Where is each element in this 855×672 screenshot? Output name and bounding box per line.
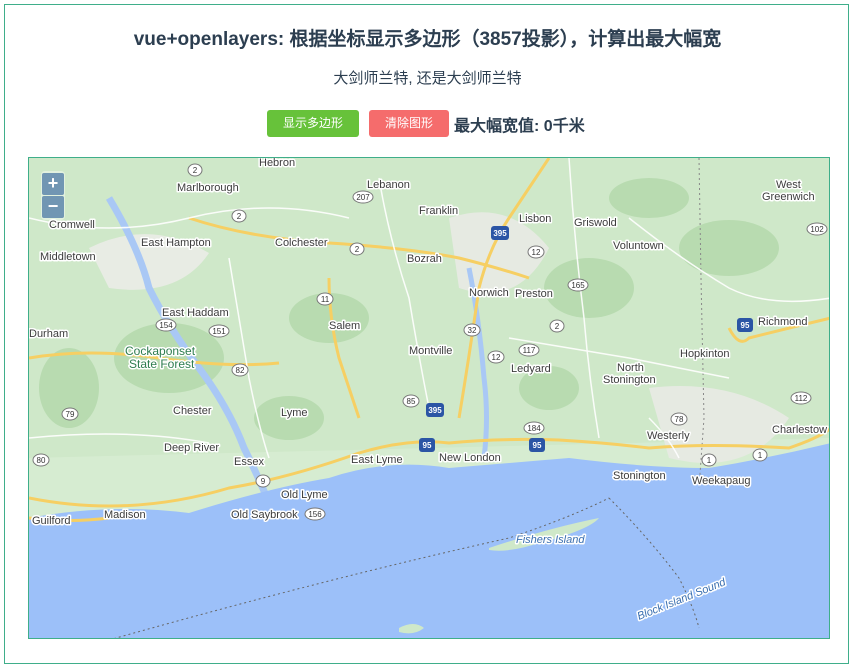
clear-shapes-button[interactable]: 清除图形 — [369, 110, 449, 137]
svg-text:80: 80 — [37, 456, 46, 465]
svg-text:32: 32 — [468, 326, 477, 335]
zoom-in-button[interactable]: + — [42, 173, 64, 195]
svg-text:Preston: Preston — [515, 288, 553, 300]
map-forest-label: Cockaponset — [125, 344, 196, 358]
svg-text:Stonington: Stonington — [603, 374, 656, 386]
svg-text:Deep River: Deep River — [164, 442, 219, 454]
svg-text:102: 102 — [810, 225, 824, 234]
svg-text:Charlestow: Charlestow — [772, 424, 827, 436]
map-water-label-fishers: Fishers Island — [516, 534, 585, 546]
svg-text:Chester: Chester — [173, 405, 212, 417]
svg-text:Hopkinton: Hopkinton — [680, 348, 730, 360]
max-width-label: 最大幅宽值: — [454, 117, 540, 135]
svg-text:Marlborough: Marlborough — [177, 182, 239, 194]
svg-text:North: North — [617, 362, 644, 374]
svg-text:12: 12 — [492, 353, 501, 362]
svg-text:154: 154 — [159, 321, 173, 330]
svg-text:Lebanon: Lebanon — [367, 179, 410, 191]
svg-text:2: 2 — [193, 166, 198, 175]
svg-text:Essex: Essex — [234, 456, 264, 468]
svg-text:1: 1 — [758, 451, 763, 460]
svg-text:95: 95 — [741, 321, 750, 330]
svg-text:Middletown: Middletown — [40, 251, 96, 263]
svg-text:79: 79 — [66, 410, 75, 419]
svg-text:Guilford: Guilford — [32, 515, 71, 527]
svg-text:Hebron: Hebron — [259, 158, 295, 169]
svg-text:78: 78 — [675, 415, 684, 424]
svg-text:156: 156 — [308, 510, 322, 519]
map-tiles: Hebron Marlborough Lebanon Franklin Lisb… — [29, 158, 829, 638]
svg-text:82: 82 — [236, 366, 245, 375]
svg-text:207: 207 — [356, 193, 370, 202]
svg-text:2: 2 — [237, 212, 242, 221]
svg-text:Colchester: Colchester — [275, 237, 328, 249]
svg-text:11: 11 — [321, 295, 330, 304]
max-width-result: 最大幅宽值: 0千米 — [454, 112, 585, 136]
svg-text:184: 184 — [527, 424, 541, 433]
show-polygon-button[interactable]: 显示多边形 — [267, 110, 359, 137]
svg-text:East Hampton: East Hampton — [141, 237, 211, 249]
svg-text:Westerly: Westerly — [647, 430, 690, 442]
svg-text:East Lyme: East Lyme — [351, 454, 403, 466]
svg-text:Durham: Durham — [29, 328, 68, 340]
svg-text:Voluntown: Voluntown — [613, 240, 664, 252]
zoom-out-button[interactable]: − — [42, 196, 64, 218]
svg-text:Norwich: Norwich — [469, 287, 509, 299]
svg-text:Old Saybrook: Old Saybrook — [231, 509, 298, 521]
svg-text:Stonington: Stonington — [613, 470, 666, 482]
svg-text:Greenwich: Greenwich — [762, 191, 815, 203]
svg-text:Griswold: Griswold — [574, 217, 617, 229]
svg-text:2: 2 — [555, 322, 560, 331]
svg-text:Old Lyme: Old Lyme — [281, 489, 328, 501]
toolbar: 显示多边形 清除图形 最大幅宽值: 0千米 — [267, 110, 585, 137]
svg-text:Richmond: Richmond — [758, 316, 808, 328]
svg-text:Cromwell: Cromwell — [49, 219, 95, 231]
page-title: vue+openlayers: 根据坐标显示多边形（3857投影），计算出最大幅… — [133, 29, 722, 50]
svg-text:85: 85 — [407, 397, 416, 406]
svg-text:95: 95 — [423, 441, 432, 450]
zoom-controls: + − — [41, 171, 65, 220]
svg-text:9: 9 — [261, 477, 266, 486]
svg-text:117: 117 — [523, 346, 536, 355]
svg-text:East Haddam: East Haddam — [162, 307, 229, 319]
svg-text:165: 165 — [571, 281, 585, 290]
svg-text:Ledyard: Ledyard — [511, 363, 551, 375]
svg-text:Montville: Montville — [409, 345, 452, 357]
max-width-value: 0千米 — [543, 117, 585, 135]
svg-text:Salem: Salem — [329, 320, 360, 332]
svg-text:West: West — [776, 179, 801, 191]
svg-text:95: 95 — [533, 441, 542, 450]
svg-text:Lisbon: Lisbon — [519, 213, 551, 225]
svg-text:2: 2 — [355, 245, 360, 254]
svg-text:1: 1 — [707, 456, 712, 465]
svg-text:Bozrah: Bozrah — [407, 253, 442, 265]
svg-text:Franklin: Franklin — [419, 205, 458, 217]
page-subtitle: 大剑师兰特, 还是大剑师兰特 — [333, 70, 522, 87]
svg-text:395: 395 — [428, 406, 442, 415]
map-forest-label-2: State Forest — [129, 357, 195, 371]
svg-text:112: 112 — [795, 394, 808, 403]
svg-text:New London: New London — [439, 452, 501, 464]
map-view[interactable]: Hebron Marlborough Lebanon Franklin Lisb… — [28, 157, 830, 639]
svg-text:Lyme: Lyme — [281, 407, 308, 419]
svg-text:Madison: Madison — [104, 509, 146, 521]
svg-text:12: 12 — [532, 248, 541, 257]
svg-text:Weekapaug: Weekapaug — [692, 475, 751, 487]
svg-text:395: 395 — [493, 229, 507, 238]
svg-text:151: 151 — [212, 327, 226, 336]
